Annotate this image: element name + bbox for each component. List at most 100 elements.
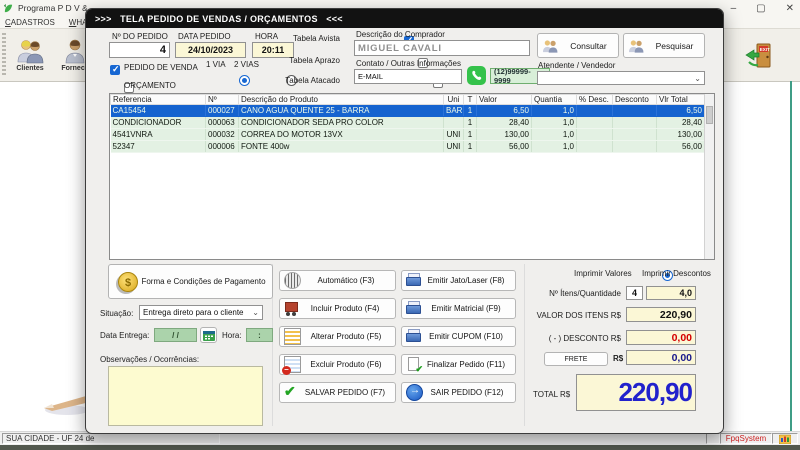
frete-button-label: FRETE bbox=[564, 355, 588, 363]
emitir-jato-laser-f8-button[interactable]: Emitir Jato/Laser (F8) bbox=[401, 270, 516, 291]
exit-app-button[interactable]: EXIT bbox=[736, 32, 782, 78]
column-header: Referencia bbox=[110, 94, 206, 105]
itens-count-field: 4 bbox=[626, 286, 643, 300]
column-header: % Desc. bbox=[576, 94, 613, 105]
maximize-button[interactable]: ▢ bbox=[756, 3, 765, 14]
action-button-label: Finalizar Pedido (F11) bbox=[426, 360, 506, 369]
table-cell: 56,00 bbox=[476, 140, 532, 153]
numero-pedido-field[interactable]: 4 bbox=[109, 42, 170, 58]
dialog-title: >>> TELA PEDIDO DE VENDAS / ORÇAMENTOS <… bbox=[86, 9, 723, 28]
grid-scrollbar[interactable] bbox=[704, 94, 714, 259]
pedido-venda-checkbox[interactable] bbox=[110, 64, 120, 75]
tabela-aprazo-label: Tabela Aprazo bbox=[289, 56, 340, 65]
pesquisar-button[interactable]: Pesquisar bbox=[623, 33, 705, 58]
column-header: Valor bbox=[476, 94, 532, 105]
grid-scrollbar-thumb[interactable] bbox=[706, 106, 713, 124]
table-row[interactable]: 4541VNRA 000032 CORREA DO MOTOR 13VX UNI 1 13… bbox=[110, 128, 705, 141]
table-row[interactable]: CA15454 000027 CANO AGUA QUENTE 25 - BARRA… bbox=[110, 104, 705, 117]
clients-people-icon bbox=[17, 40, 44, 64]
status-location: SUA CIDADE - UF 24 de bbox=[2, 433, 220, 444]
alterar-produto-f5-button[interactable]: Alterar Produto (F5) bbox=[279, 326, 396, 347]
column-header: T bbox=[463, 94, 477, 105]
action-button-label: Excluir Produto (F6) bbox=[310, 360, 382, 369]
frete-field[interactable]: 0,00 bbox=[626, 350, 696, 365]
column-header: Descrição do Produto bbox=[238, 94, 444, 105]
action-button-label: SALVAR PEDIDO (F7) bbox=[304, 388, 386, 397]
menu-cadastros[interactable]: CADASTROS bbox=[5, 18, 55, 27]
action-button-label: Emitir Jato/Laser (F8) bbox=[427, 276, 505, 285]
sheet-icon bbox=[284, 328, 301, 345]
table-row[interactable]: 52347 000006 FONTE 400w UNI 1 56,00 1,0 56,00 bbox=[110, 140, 705, 153]
table-cell bbox=[612, 128, 657, 141]
via1-label: 1 VIA bbox=[206, 60, 226, 69]
column-header: Nº bbox=[205, 94, 239, 105]
table-cell: 000027 bbox=[205, 104, 239, 117]
content-edge-line bbox=[790, 81, 792, 432]
sair-pedido-f12-button[interactable]: SAIR PEDIDO (F12) bbox=[401, 382, 516, 403]
table-cell: 1 bbox=[463, 128, 477, 141]
printer-icon bbox=[406, 329, 421, 344]
table-cell: CORREA DO MOTOR 13VX bbox=[238, 128, 444, 141]
pedido-venda-label: PEDIDO DE VENDA bbox=[124, 63, 198, 72]
situacao-label: Situação: bbox=[100, 309, 134, 318]
calendar-button[interactable] bbox=[200, 327, 217, 343]
data-entrega-field[interactable]: / / bbox=[154, 328, 197, 342]
imprimir-descontos-label: Imprimir Descontos bbox=[642, 269, 711, 278]
barcode-icon bbox=[284, 272, 301, 289]
table-row[interactable]: CONDICIONADOR 000063 CONDICIONADOR SEDA PR… bbox=[110, 116, 705, 129]
pedido-dialog: >>> TELA PEDIDO DE VENDAS / ORÇAMENTOS <… bbox=[85, 8, 724, 434]
observacoes-textarea[interactable] bbox=[108, 366, 263, 426]
table-cell: CA15454 bbox=[110, 104, 206, 117]
total-label: TOTAL R$ bbox=[533, 390, 571, 399]
consultar-people-icon bbox=[543, 39, 558, 53]
valor-itens-field: 220,90 bbox=[626, 307, 696, 322]
atendente-combobox[interactable]: ⌄ bbox=[537, 71, 705, 85]
incluir-produto-f4-button[interactable]: Incluir Produto (F4) bbox=[279, 298, 396, 319]
hora-entrega-field[interactable]: : bbox=[246, 328, 273, 342]
column-header: Uni bbox=[443, 94, 464, 105]
observacoes-label: Observações / Ocorrências: bbox=[100, 355, 200, 364]
consultar-button[interactable]: Consultar bbox=[537, 33, 619, 58]
whatsapp-icon[interactable] bbox=[467, 66, 486, 85]
tabela-atacado-label: Tabela Atacado bbox=[285, 76, 340, 85]
close-button[interactable]: ✕ bbox=[786, 3, 794, 14]
minimize-button[interactable]: – bbox=[731, 3, 737, 14]
automatico-f3-button[interactable]: Automático (F3) bbox=[279, 270, 396, 291]
table-cell: 1 bbox=[463, 140, 477, 153]
table-cell: 28,40 bbox=[656, 116, 705, 129]
column-header: Quantia bbox=[531, 94, 577, 105]
frete-button[interactable]: FRETE bbox=[544, 352, 608, 366]
table-cell bbox=[443, 116, 464, 129]
taskbar-strip bbox=[0, 445, 800, 450]
svg-text:EXIT: EXIT bbox=[760, 47, 770, 52]
app-logo-icon bbox=[3, 3, 13, 12]
situacao-combobox[interactable]: Entrega direto para o cliente ⌄ bbox=[139, 305, 263, 320]
comprador-label: Descrição do Comprador bbox=[356, 30, 445, 39]
status-brand: FpqSystem bbox=[720, 433, 772, 444]
data-entrega-label: Data Entrega: bbox=[100, 331, 150, 340]
hora-entrega-label: Hora: bbox=[222, 331, 242, 340]
table-cell bbox=[576, 140, 613, 153]
comprador-field[interactable]: MIGUEL CAVALI bbox=[354, 40, 530, 56]
via1-radio[interactable] bbox=[238, 75, 250, 86]
via2-label: 2 VIAS bbox=[234, 60, 259, 69]
table-cell: FONTE 400w bbox=[238, 140, 444, 153]
table-cell: 1,0 bbox=[531, 104, 577, 117]
table-cell: 52347 bbox=[110, 140, 206, 153]
finalizar-pedido-f11-button[interactable]: Finalizar Pedido (F11) bbox=[401, 354, 516, 375]
salvar-pedido-f7-button[interactable]: SALVAR PEDIDO (F7) bbox=[279, 382, 396, 403]
exit-door-icon: EXIT bbox=[745, 43, 771, 68]
payment-button[interactable]: Forma e Condições de Pagamento bbox=[108, 264, 273, 299]
desconto-field[interactable]: 0,00 bbox=[626, 330, 696, 345]
data-pedido-field[interactable]: 24/10/2023 bbox=[175, 42, 246, 58]
sheet2-icon bbox=[282, 356, 301, 375]
status-icon-seg bbox=[772, 433, 798, 444]
table-cell: 6,50 bbox=[476, 104, 532, 117]
clientes-button[interactable]: Clientes bbox=[9, 32, 51, 78]
doccheck-icon bbox=[406, 357, 423, 375]
email-field[interactable]: E-MAIL bbox=[354, 69, 462, 84]
consultar-label: Consultar bbox=[570, 40, 607, 51]
excluir-produto-f6-button[interactable]: Excluir Produto (F6) bbox=[279, 354, 396, 375]
products-grid: Referencia Nº Descrição do Produto Uni T Valo… bbox=[109, 93, 715, 260]
column-header: Vlr Total bbox=[656, 94, 705, 105]
